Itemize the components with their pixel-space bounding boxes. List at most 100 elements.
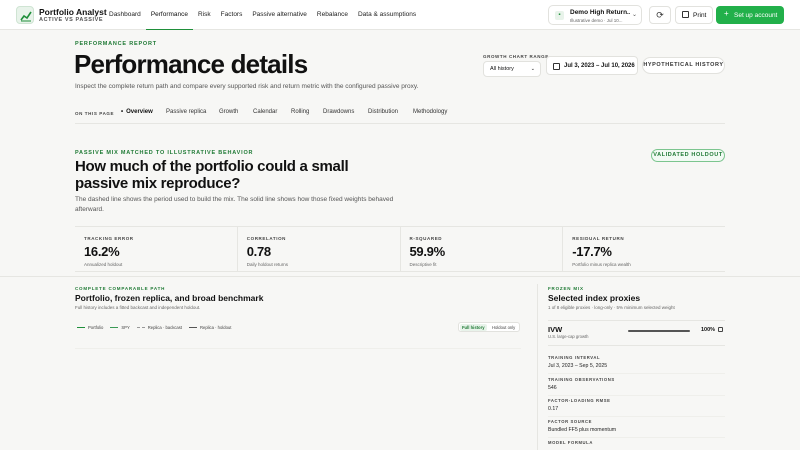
- refresh-button[interactable]: ⟳: [649, 6, 671, 24]
- report-eyebrow: PERFORMANCE REPORT: [75, 41, 157, 47]
- legend-swatch: [110, 326, 119, 328]
- stat-residual-return: RESIDUAL RETURN -17.7% Portfolio minus r…: [562, 227, 725, 271]
- meta-label: MODEL FORMULA: [548, 440, 593, 445]
- plus-icon: +: [724, 9, 729, 18]
- meta-model-formula: MODEL FORMULA: [548, 440, 725, 445]
- subnav-passive-replica[interactable]: Passive replica: [166, 109, 206, 115]
- legend-swatch: [188, 326, 197, 328]
- account-sub: Illustrative demo · Jul 10...: [570, 18, 623, 23]
- nav-rebalance[interactable]: Rebalance: [312, 0, 353, 30]
- meta-training-observations: TRAINING OBSERVATIONS 546: [548, 377, 725, 391]
- passive-mix-description: The dashed line shows the period used to…: [75, 196, 394, 213]
- subnav-distribution[interactable]: Distribution: [368, 109, 398, 115]
- frozen-mix-description: 1 of 8 eligible proxies · long-only · 5%…: [548, 305, 675, 310]
- chart-area: [75, 348, 521, 349]
- main-nav: Dashboard Performance Risk Factors Passi…: [104, 0, 421, 30]
- nav-dashboard[interactable]: Dashboard: [104, 0, 146, 30]
- stat-note: Daily holdout returns: [246, 262, 289, 267]
- comparable-path-eyebrow: COMPLETE COMPARABLE PATH: [75, 286, 166, 291]
- brand-subtitle: ACTIVE VS PASSIVE: [39, 17, 104, 23]
- legend-label: Replica · backcast: [147, 324, 182, 330]
- legend-portfolio[interactable]: Portfolio: [77, 324, 103, 330]
- legend-swatch: [136, 326, 145, 328]
- chevron-down-icon: ⌄: [530, 66, 535, 72]
- meta-divider: [548, 395, 725, 396]
- meta-value: Bundled FF5 plus momentum: [548, 427, 617, 433]
- date-range-button[interactable]: Jul 3, 2023 – Jul 10, 2026: [546, 56, 638, 75]
- stat-value: 59.9%: [409, 244, 446, 259]
- stat-label: R-SQUARED: [409, 236, 443, 241]
- subnav-label: ON THIS PAGE: [75, 111, 115, 116]
- nav-data-assumptions[interactable]: Data & assumptions: [353, 0, 421, 30]
- stat-note: Annualized holdout: [84, 262, 123, 267]
- column-divider: [537, 284, 538, 450]
- date-range-value: Jul 3, 2023 – Jul 10, 2026: [564, 63, 635, 69]
- nav-risk[interactable]: Risk: [193, 0, 216, 30]
- subnav-rolling[interactable]: Rolling: [291, 109, 309, 115]
- calendar-icon: [553, 63, 560, 70]
- portfolio-icon: ▪: [555, 11, 564, 20]
- stats-row: TRACKING ERROR 16.2% Annualized holdout …: [75, 226, 725, 272]
- proxy-description: U.S. large-cap growth: [548, 334, 589, 339]
- setup-account-label: Set up account: [734, 11, 778, 19]
- toggle-holdout-only[interactable]: Holdout only: [490, 324, 517, 331]
- legend-replica-backcast[interactable]: Replica · backcast: [136, 324, 182, 330]
- external-link-icon[interactable]: [718, 327, 723, 332]
- frozen-mix-eyebrow: FROZEN MIX: [548, 286, 584, 291]
- legend-replica-holdout[interactable]: Replica · holdout: [188, 324, 231, 330]
- legend-spy[interactable]: SPY: [110, 324, 130, 330]
- meta-value: 546: [548, 385, 557, 391]
- passive-mix-eyebrow: PASSIVE MIX MATCHED TO ILLUSTRATIVE BEHA…: [75, 150, 254, 156]
- meta-factor-source: FACTOR SOURCE Bundled FF5 plus momentum: [548, 419, 725, 433]
- range-label: GROWTH CHART RANGE: [483, 54, 549, 59]
- legend-label: SPY: [121, 324, 130, 330]
- printer-icon: [682, 11, 689, 18]
- chart-legend: Portfolio SPY Replica · backcast Replica…: [77, 324, 238, 330]
- legend-label: Portfolio: [88, 324, 104, 330]
- account-selector[interactable]: ▪ Demo High Return... Illustrative demo …: [548, 5, 642, 25]
- subnav-calendar[interactable]: Calendar: [253, 109, 277, 115]
- stat-correlation: CORRELATION 0.78 Daily holdout returns: [236, 227, 400, 271]
- meta-value: 0.17: [548, 406, 559, 412]
- top-bar: Portfolio Analyst ACTIVE VS PASSIVE Dash…: [0, 0, 800, 30]
- print-button[interactable]: Print: [675, 6, 713, 24]
- stat-tracking-error: TRACKING ERROR 16.2% Annualized holdout: [75, 227, 237, 271]
- chart-logo-icon[interactable]: [16, 6, 34, 24]
- print-label: Print: [693, 12, 707, 19]
- stat-label: CORRELATION: [246, 236, 287, 241]
- nav-factors[interactable]: Factors: [216, 0, 248, 30]
- meta-training-interval: TRAINING INTERVAL Jul 3, 2023 – Sep 5, 2…: [548, 355, 725, 369]
- subnav-drawdowns[interactable]: Drawdowns: [323, 109, 354, 115]
- stat-note: Portfolio minus replica wealth: [572, 262, 631, 267]
- brand-title[interactable]: Portfolio Analyst: [39, 7, 107, 17]
- setup-account-button[interactable]: + Set up account: [716, 6, 784, 24]
- subnav-overview[interactable]: Overview: [121, 109, 153, 115]
- subnav-methodology[interactable]: Methodology: [413, 109, 447, 115]
- meta-divider: [548, 373, 725, 374]
- account-name: Demo High Return...: [570, 9, 630, 16]
- nav-performance[interactable]: Performance: [145, 0, 194, 30]
- stat-value: -17.7%: [572, 244, 612, 259]
- section-divider: [0, 276, 800, 277]
- frozen-mix-title: Selected index proxies: [548, 293, 641, 303]
- toggle-full-history[interactable]: Full history: [460, 324, 487, 331]
- page-subnav: ON THIS PAGE Overview Passive replica Gr…: [75, 102, 725, 124]
- passive-mix-title: How much of the portfolio could a small …: [75, 158, 349, 192]
- range-select[interactable]: All history ⌄: [483, 61, 541, 77]
- comparable-path-title: Portfolio, frozen replica, and broad ben…: [75, 293, 264, 303]
- stat-value: 16.2%: [84, 244, 120, 259]
- meta-factor-loading-rmse: FACTOR-LOADING RMSE 0.17: [548, 398, 725, 412]
- proxy-row: IVW U.S. large-cap growth 100%: [548, 320, 725, 346]
- comparable-path-description: Full history includes a fitted backcast …: [75, 305, 201, 310]
- subnav-growth[interactable]: Growth: [219, 109, 238, 115]
- hypothetical-history-button[interactable]: HYPOTHETICAL HISTORY: [642, 57, 725, 74]
- meta-label: TRAINING INTERVAL: [548, 355, 601, 360]
- stat-r-squared: R-SQUARED 59.9% Descriptive fit: [399, 227, 563, 271]
- refresh-icon: ⟳: [656, 10, 664, 20]
- stat-value: 0.78: [246, 244, 271, 259]
- proxy-weight: 100%: [701, 327, 716, 333]
- page-description: Inspect the complete return path and com…: [75, 83, 419, 90]
- stat-note: Descriptive fit: [409, 262, 437, 267]
- nav-passive-alternative[interactable]: Passive alternative: [247, 0, 312, 30]
- meta-value: Jul 3, 2023 – Sep 5, 2025: [548, 363, 608, 369]
